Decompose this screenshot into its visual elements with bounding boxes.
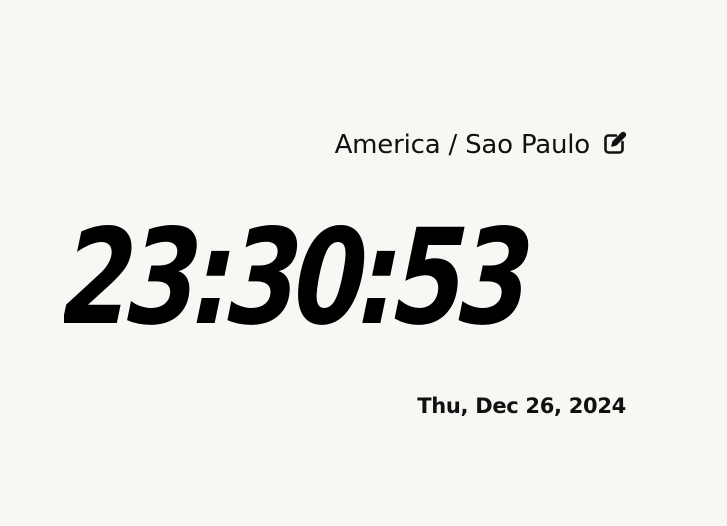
edit-icon (604, 131, 627, 154)
current-time: 23:30:53 (64, 216, 531, 340)
timezone-label: America / Sao Paulo (334, 130, 591, 160)
current-date: Thu, Dec 26, 2024 (417, 394, 626, 418)
timezone-selector: America / Sao Paulo (335, 125, 628, 165)
time-display: 23:30:53 (64, 216, 644, 340)
clock-widget: America / Sao Paulo 23:30:53 Thu, Dec 26… (0, 0, 727, 526)
edit-timezone-button[interactable] (600, 130, 628, 158)
